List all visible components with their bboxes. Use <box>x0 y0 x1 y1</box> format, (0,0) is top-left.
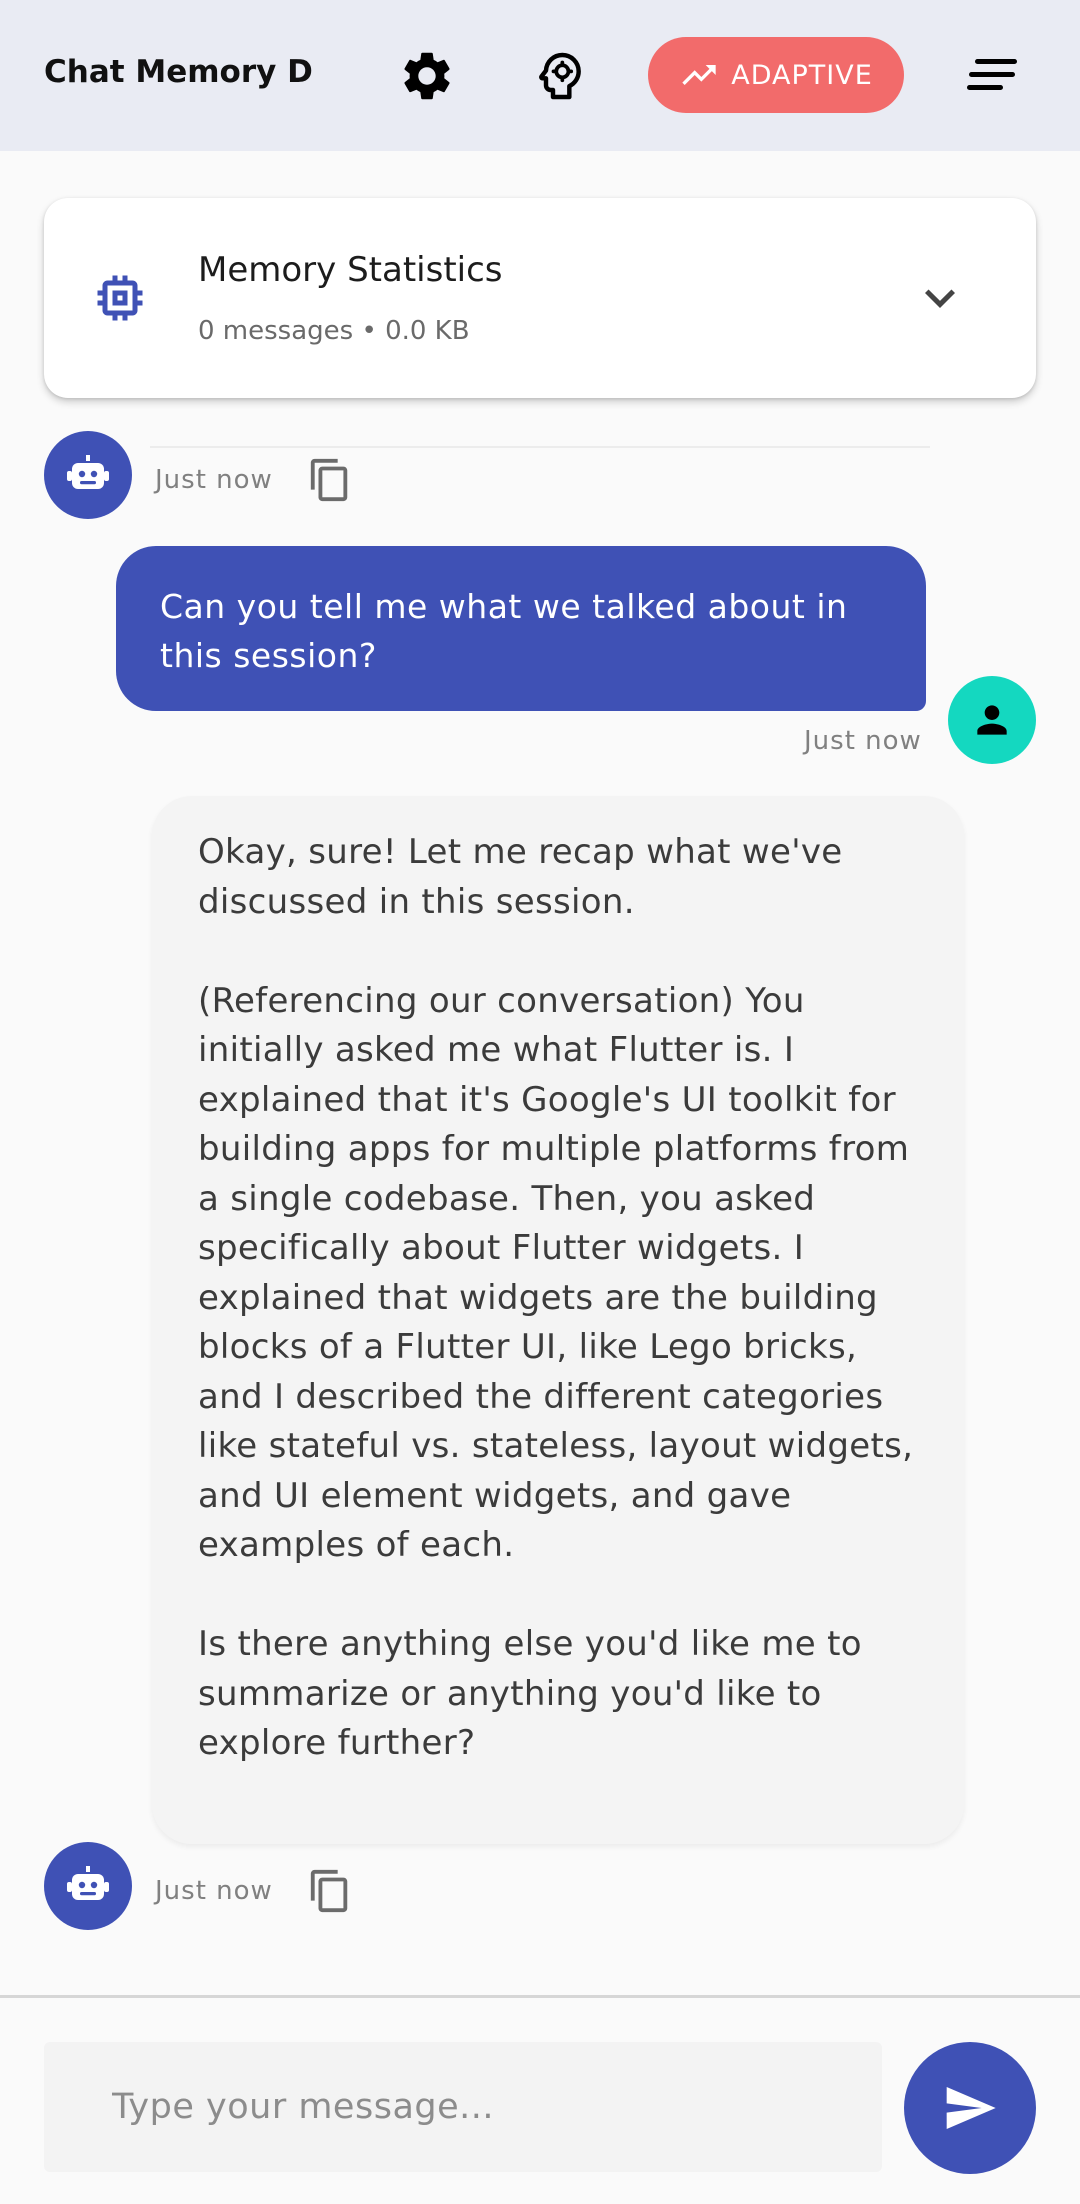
robot-icon <box>67 1866 109 1900</box>
app-bar: Chat Memory D... ADAPTIVE <box>0 0 1080 151</box>
chevron-down-icon[interactable] <box>910 268 970 328</box>
trending-up-icon <box>682 65 716 85</box>
composer-divider <box>0 1995 1080 1998</box>
copy-icon[interactable] <box>307 1868 353 1914</box>
memory-chip-icon <box>97 275 143 321</box>
message-time: Just now <box>155 465 273 495</box>
bot-avatar <box>44 1842 132 1930</box>
person-icon <box>977 705 1007 735</box>
robot-icon <box>67 455 109 489</box>
message-time: Just now <box>804 726 922 756</box>
app-title: Chat Memory D... <box>44 54 314 90</box>
message-input[interactable] <box>44 2042 882 2172</box>
memory-mode-button[interactable] <box>528 44 592 108</box>
bot-message-bubble: Okay, sure! Let me recap what we've disc… <box>152 796 964 1844</box>
adaptive-mode-button[interactable]: ADAPTIVE <box>648 37 904 113</box>
memory-stats-title: Memory Statistics <box>198 250 503 290</box>
user-message-bubble: Can you tell me what we talked about in … <box>116 546 926 711</box>
previous-message-edge <box>150 446 930 448</box>
gear-icon <box>404 52 450 100</box>
message-input-container <box>44 2042 882 2172</box>
bot-avatar <box>44 431 132 519</box>
adaptive-label: ADAPTIVE <box>731 59 873 91</box>
sort-menu-icon <box>967 59 1017 90</box>
settings-button[interactable] <box>395 44 459 108</box>
copy-icon[interactable] <box>307 457 353 503</box>
message-time: Just now <box>155 1876 273 1906</box>
memory-stats-summary: 0 messages • 0.0 KB <box>198 316 470 346</box>
send-button[interactable] <box>904 2042 1036 2174</box>
memory-stats-card[interactable]: Memory Statistics 0 messages • 0.0 KB <box>44 198 1036 398</box>
send-icon <box>946 2087 996 2129</box>
sort-menu-button[interactable] <box>960 50 1024 100</box>
psychology-icon <box>539 52 581 100</box>
user-avatar <box>948 676 1036 764</box>
